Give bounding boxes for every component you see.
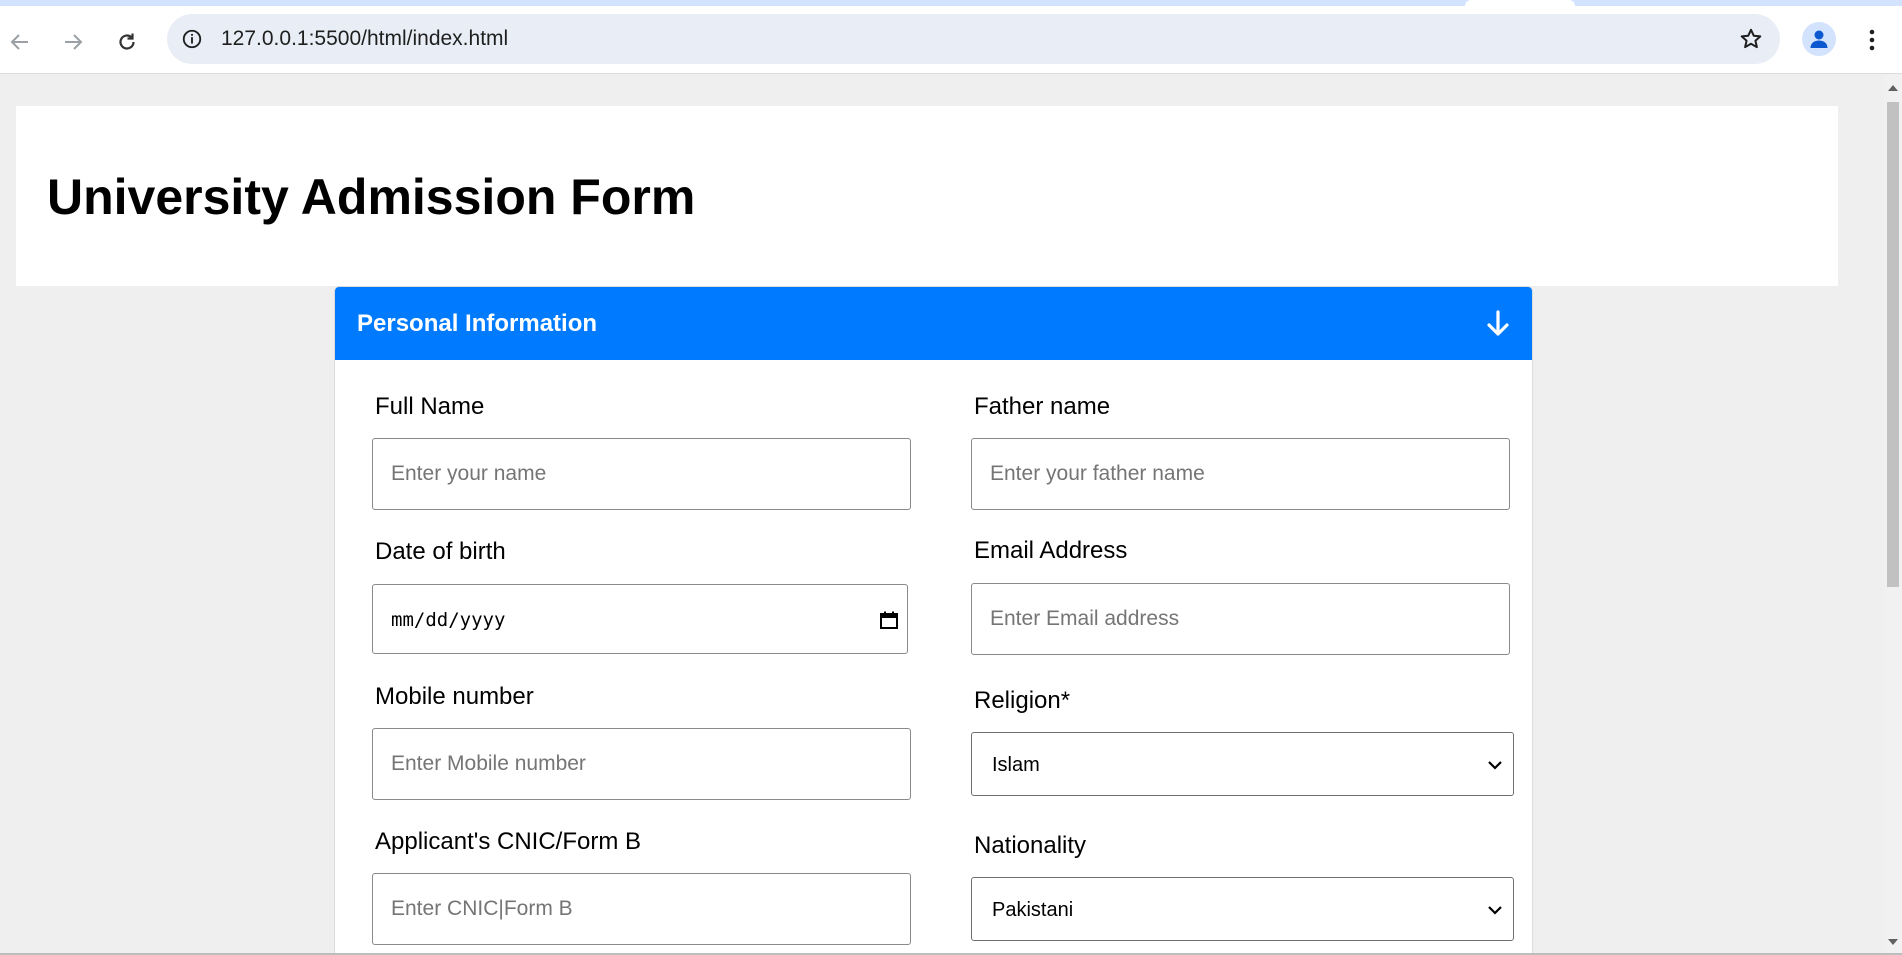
reload-button[interactable] [107, 22, 147, 62]
page-header: University Admission Form [16, 106, 1838, 286]
person-icon [1810, 30, 1828, 48]
father-name-label: Father name [974, 393, 1111, 420]
religion-select[interactable]: Islam [971, 732, 1514, 796]
section-header-toggle[interactable]: Personal Information [335, 287, 1532, 360]
profile-avatar[interactable] [1802, 22, 1836, 56]
calendar-icon[interactable] [879, 610, 899, 630]
cnic-input[interactable] [372, 873, 911, 945]
section-title: Personal Information [357, 310, 598, 337]
scrollbar-thumb[interactable] [1887, 102, 1899, 587]
arrow-right-icon [65, 34, 83, 50]
full-name-label: Full Name [375, 393, 485, 420]
star-icon[interactable] [1736, 24, 1766, 54]
arrow-down-icon [1487, 310, 1509, 336]
chevron-down-icon [1488, 906, 1502, 915]
religion-selected: Islam [992, 754, 1040, 776]
forward-button[interactable] [53, 22, 93, 62]
kebab-menu-icon[interactable] [1860, 22, 1884, 58]
father-name-input[interactable] [971, 438, 1510, 510]
reload-icon [119, 33, 135, 50]
info-icon[interactable] [177, 24, 207, 54]
dob-label: Date of birth [375, 538, 506, 565]
url-text[interactable]: 127.0.0.1:5500/html/index.html [221, 14, 508, 64]
mobile-label: Mobile number [375, 683, 534, 710]
personal-information-section: Personal Information Full Name Father na… [334, 286, 1533, 955]
nationality-select[interactable]: Pakistani [971, 877, 1514, 941]
dob-input[interactable]: mm/dd/yyyy [372, 584, 908, 654]
page-viewport: University Admission Form Personal Infor… [0, 75, 1902, 955]
nationality-label: Nationality [974, 832, 1087, 859]
dob-value: mm/dd/yyyy [391, 609, 506, 631]
vertical-scrollbar[interactable] [1884, 75, 1902, 955]
religion-label: Religion* [974, 687, 1071, 714]
email-label: Email Address [974, 537, 1128, 564]
back-button[interactable] [0, 22, 40, 62]
full-name-input[interactable] [372, 438, 911, 510]
mobile-input[interactable] [372, 728, 911, 800]
scroll-up-arrow[interactable] [1888, 85, 1898, 91]
browser-toolbar: 127.0.0.1:5500/html/index.html [0, 6, 1902, 74]
nationality-selected: Pakistani [992, 899, 1074, 921]
address-bar[interactable]: 127.0.0.1:5500/html/index.html [167, 14, 1780, 64]
scroll-down-arrow[interactable] [1888, 939, 1898, 945]
cnic-label: Applicant's CNIC/Form B [375, 828, 641, 855]
arrow-left-icon [10, 34, 28, 50]
chevron-down-icon [1488, 761, 1502, 770]
email-input[interactable] [971, 583, 1510, 655]
page-title: University Admission Form [47, 169, 696, 225]
